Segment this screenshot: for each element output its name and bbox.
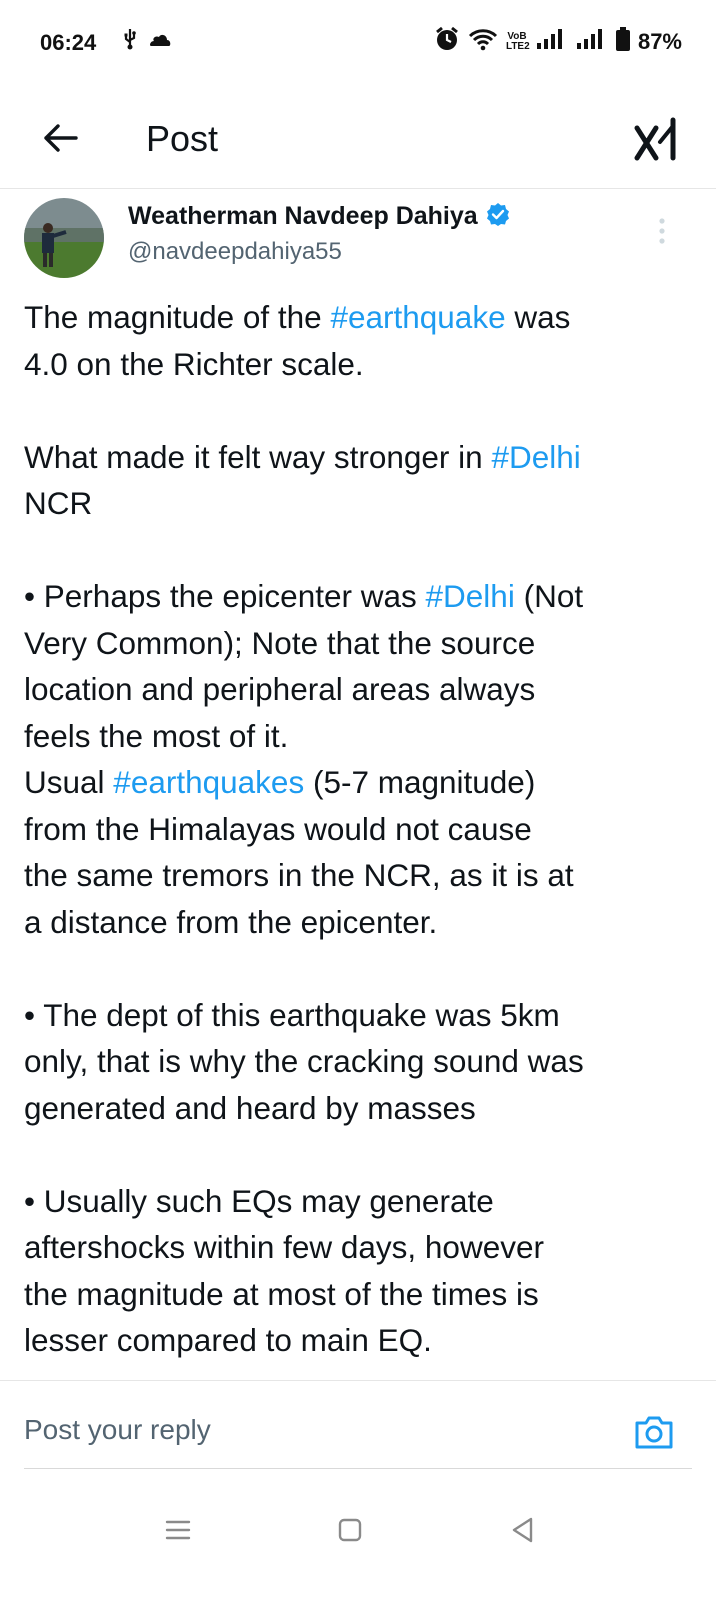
network-badge: VoB LTE2 — [505, 31, 530, 52]
hashtag-link[interactable]: #Delhi — [426, 578, 515, 614]
avatar[interactable] — [24, 198, 104, 278]
hashtag-link[interactable]: #earthquakes — [113, 764, 304, 800]
usb-icon — [122, 28, 138, 55]
hashtag-link[interactable]: #Delhi — [491, 439, 580, 475]
reply-divider — [0, 1380, 716, 1381]
tweet-paragraph: The magnitude of the #earthquake was — [24, 294, 694, 341]
network-badge-bottom: LTE2 — [505, 40, 530, 52]
tweet-paragraph: location and peripheral areas always — [24, 671, 536, 707]
signal-icon — [576, 28, 608, 55]
tweet-paragraph: from the Himalayas would not cause — [24, 810, 532, 847]
battery-icon — [615, 27, 630, 56]
tweet-paragraph: a distance from the epicenter. — [24, 903, 438, 940]
tweet-paragraph: feels the most of it. — [24, 717, 289, 754]
more-options-button[interactable] — [652, 216, 672, 246]
tweet-paragraph: • Usually such EQs may generate — [24, 1182, 494, 1219]
tweet-paragraph: • Perhaps the epicenter was #Delhi (Not — [24, 573, 694, 620]
status-bar: 06:24 VoB LTE2 87% — [0, 0, 716, 90]
home-button[interactable] — [330, 1512, 370, 1552]
text-run: The magnitude of the — [24, 299, 331, 335]
tweet-paragraph: the magnitude at most of the times is — [24, 1275, 539, 1312]
tweet-paragraph: only, that is why the cracking sound was — [24, 1043, 584, 1079]
tweet-paragraph: Usual #earthquakes (5-7 magnitude) — [24, 759, 694, 806]
signal-icon — [536, 28, 568, 55]
alarm-icon — [434, 26, 460, 57]
text-run: Usual — [24, 764, 114, 800]
system-nav-bar — [0, 1490, 716, 1600]
menu-icon — [164, 1518, 192, 1547]
tweet-paragraph: Very Common); Note that the source — [24, 624, 536, 661]
text-run: (Not — [514, 578, 584, 614]
square-icon — [337, 1517, 363, 1548]
more-vertical-icon — [652, 218, 672, 250]
camera-button[interactable] — [634, 1414, 674, 1450]
arrow-left-icon — [42, 123, 78, 158]
wifi-icon — [468, 27, 498, 56]
author-handle[interactable]: @navdeepdahiya55 — [128, 238, 342, 266]
back-button[interactable] — [36, 116, 84, 164]
text-run: • Perhaps the epicenter was — [24, 578, 426, 614]
reply-input[interactable]: Post your reply — [24, 1414, 211, 1446]
tweet-paragraph: NCR — [24, 485, 93, 521]
author-row: Weatherman Navdeep Dahiya — [128, 202, 510, 231]
page-title: Post — [146, 118, 219, 159]
hashtag-link[interactable]: #earthquake — [330, 299, 505, 335]
status-right-icons: VoB LTE2 87% — [434, 26, 682, 57]
top-bar: Post — [0, 100, 716, 189]
text-run: (5-7 magnitude) — [304, 764, 536, 800]
recent-apps-button[interactable] — [158, 1512, 198, 1552]
system-back-button[interactable] — [502, 1512, 542, 1552]
status-time: 06:24 — [40, 30, 97, 55]
triangle-back-icon — [509, 1516, 535, 1549]
x-grok-button[interactable] — [634, 114, 680, 166]
tweet-paragraph: 4.0 on the Richter scale. — [24, 345, 364, 382]
author-name[interactable]: Weatherman Navdeep Dahiya — [128, 202, 478, 231]
x-grok-icon — [634, 117, 680, 170]
tweet-paragraph: lesser compared to main EQ. — [24, 1322, 432, 1358]
tweet-paragraph: What made it felt way stronger in #Delhi — [24, 434, 694, 481]
tweet-paragraph: the same tremors in the NCR, as it is at — [24, 857, 574, 893]
verified-badge-icon — [486, 202, 510, 231]
tweet-text: The magnitude of the #earthquake was 4.0… — [24, 294, 694, 1364]
tweet-paragraph: generated and heard by masses — [24, 1089, 476, 1126]
text-run: was — [505, 299, 571, 335]
reply-bar: Post your reply — [24, 1400, 692, 1469]
tweet-paragraph: aftershocks within few days, however — [24, 1229, 544, 1265]
tweet-paragraph: • The dept of this earthquake was 5km — [24, 996, 560, 1033]
battery-percent: 87% — [637, 28, 682, 54]
cloud-icon — [148, 30, 172, 53]
text-run: What made it felt way stronger in — [24, 438, 492, 475]
camera-icon — [634, 1416, 674, 1454]
status-left-icons — [122, 28, 172, 55]
